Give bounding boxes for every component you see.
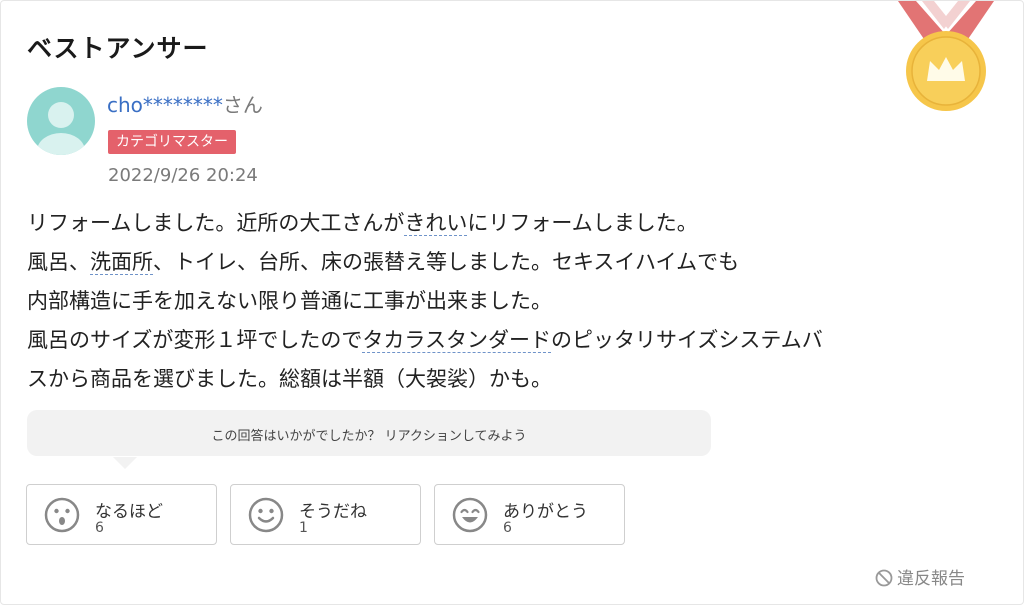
answer-line-3: 内部構造に手を加えない限り普通に工事が出来ました。 [27,289,552,313]
answer-line-1: リフォームしました。近所の大工さんがきれいにリフォームしました。 [27,211,698,236]
surprised-face-icon [44,497,80,533]
avatar[interactable] [27,87,95,155]
reaction-label: なるほど [95,502,163,522]
reaction-label: そうだね [299,502,367,522]
reaction-prompt-text: この回答はいかがでしたか？ リアクションしてみよう [211,429,527,444]
gold-medal-icon [898,1,994,111]
answer-line-4: 風呂のサイズが変形１坪でしたのでタカラスタンダードのピッタリサイズシステムバ [27,328,823,353]
smile-face-icon [248,497,284,533]
reaction-count: 6 [503,520,512,536]
category-master-badge: カテゴリマスター [108,130,236,154]
section-title: ベストアンサー [27,34,209,63]
answer-line-2: 風呂、洗面所、トイレ、台所、床の張替え等しました。セキスイハイムでも [27,250,740,275]
username-suffix: さん [222,93,263,117]
report-violation-link[interactable]: 違反報告 [875,564,965,589]
grin-face-icon [452,497,488,533]
best-answer-card: ベストアンサー cho********さん カテゴリマスター 2022/9/26… [0,0,1024,605]
keyword-link-senmenjo[interactable]: 洗面所 [90,250,153,275]
reaction-label: ありがとう [503,502,588,522]
reaction-prompt-tail [113,457,137,469]
answer-line-5: スから商品を選びました。総額は半額（大袈裟）かも。 [27,367,552,391]
keyword-link-kirei[interactable]: きれい [404,211,468,236]
report-label: 違反報告 [897,569,965,589]
keyword-link-takara-standard[interactable]: タカラスタンダード [362,328,551,353]
reaction-count: 6 [95,520,104,536]
reaction-soudane-button[interactable]: そうだね 1 [230,484,421,545]
username[interactable]: cho********さん [107,89,263,118]
prohibited-icon [875,569,893,587]
reaction-naruhodo-button[interactable]: なるほど 6 [26,484,217,545]
reaction-prompt-bubble: この回答はいかがでしたか？ リアクションしてみよう [27,410,711,456]
answer-date: 2022/9/26 20:24 [108,165,258,186]
reaction-arigatou-button[interactable]: ありがとう 6 [434,484,625,545]
reaction-count: 1 [299,520,308,536]
username-link[interactable]: cho******** [107,93,223,117]
answer-body: リフォームしました。近所の大工さんがきれいにリフォームしました。 風呂、洗面所、… [27,204,987,399]
